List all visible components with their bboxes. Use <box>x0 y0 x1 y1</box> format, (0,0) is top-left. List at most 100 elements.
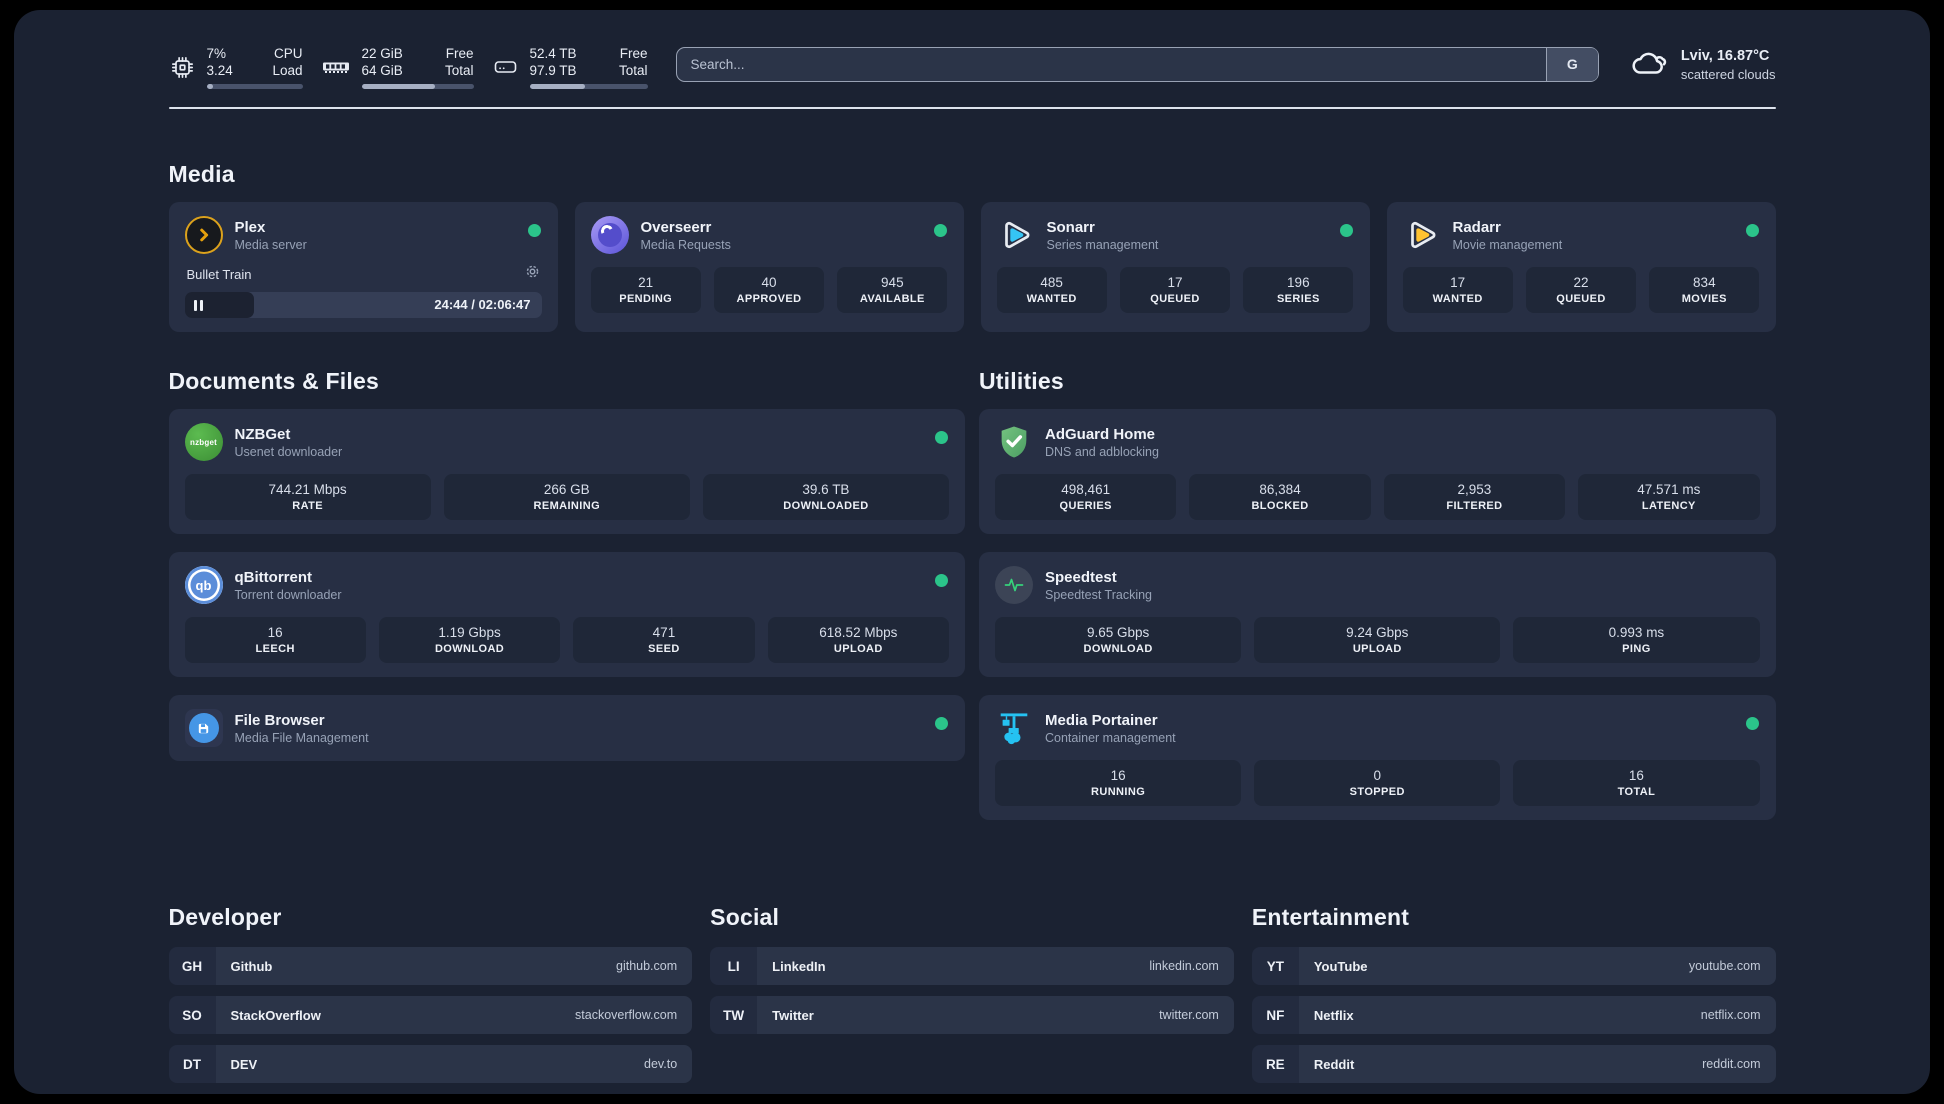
plex-icon <box>184 216 223 254</box>
cloud-icon <box>1629 46 1669 84</box>
app-card-adguard[interactable]: AdGuard Home DNS and adblocking 498,461 … <box>979 409 1776 534</box>
search-engine-button[interactable]: G <box>1545 47 1598 81</box>
online-status-dot <box>1745 224 1759 237</box>
search-bar[interactable]: G <box>675 46 1599 82</box>
online-status-dot <box>933 224 947 237</box>
app-card-plex[interactable]: Plex Media server Bullet Train 24:44 / 0… <box>168 202 558 332</box>
stat-tile: 17 WANTED <box>1402 267 1513 313</box>
cpu-load-value: 3.24 <box>206 63 233 78</box>
stat-value: 0.993 ms <box>1608 625 1665 640</box>
weather-location-temp: Lviv, 16.87°C <box>1680 48 1770 64</box>
bookmark-badge: NF <box>1251 996 1299 1034</box>
disk-total-value: 97.9 TB <box>529 63 577 78</box>
session-gear-icon[interactable] <box>525 264 540 284</box>
stat-value: 945 <box>881 275 904 290</box>
stat-tile: 744.21 Mbps RATE <box>184 474 431 520</box>
media-grid: Plex Media server Bullet Train 24:44 / 0… <box>168 202 1776 332</box>
overseerr-icon <box>590 216 629 254</box>
stat-value: 744.21 Mbps <box>268 482 347 497</box>
search-input[interactable] <box>676 47 1544 81</box>
section-title-entertainment: Entertainment <box>1251 904 1410 930</box>
filebrowser-icon <box>184 709 223 747</box>
app-description: Movie management <box>1452 237 1563 252</box>
playback-progress-bar[interactable]: 24:44 / 02:06:47 <box>184 292 542 318</box>
app-name: NZBGet <box>234 425 291 443</box>
header-divider <box>168 107 1776 109</box>
online-status-dot <box>935 574 948 587</box>
online-status-dot <box>527 224 541 237</box>
stat-value: 40 <box>761 275 777 290</box>
bookmark-reddit[interactable]: RE Reddit reddit.com <box>1251 1045 1776 1083</box>
stat-tile: 21 PENDING <box>590 267 701 313</box>
stat-label: QUEUED <box>1556 293 1606 305</box>
stat-label: SERIES <box>1276 293 1320 305</box>
app-card-overseerr[interactable]: Overseerr Media Requests 21 PENDING 40 A… <box>574 202 964 332</box>
sonarr-icon <box>997 216 1035 254</box>
bookmark-netflix[interactable]: NF Netflix netflix.com <box>1251 996 1776 1034</box>
stat-value: 39.6 TB <box>802 482 850 497</box>
stat-tile: 9.24 Gbps UPLOAD <box>1254 617 1501 663</box>
stat-label: MOVIES <box>1681 293 1727 305</box>
bookmark-name: Netflix <box>1313 1007 1354 1023</box>
app-card-sonarr[interactable]: Sonarr Series management 485 WANTED 17 Q… <box>980 202 1370 332</box>
stat-value: 16 <box>1110 768 1126 783</box>
bookmark-twitter[interactable]: TW Twitter twitter.com <box>710 996 1234 1034</box>
bookmark-badge: RE <box>1251 1045 1299 1083</box>
bookmark-url: netflix.com <box>1700 1008 1761 1022</box>
disk-progress-bar <box>529 84 648 89</box>
stat-tile: 0 STOPPED <box>1254 760 1501 806</box>
bookmark-youtube[interactable]: YT YouTube youtube.com <box>1251 947 1776 985</box>
bookmark-github[interactable]: GH Github github.com <box>168 947 693 985</box>
app-name: AdGuard Home <box>1045 425 1156 443</box>
portainer-icon <box>995 709 1033 747</box>
stat-tile: 86,384 BLOCKED <box>1189 474 1371 520</box>
app-name: Media Portainer <box>1045 711 1158 729</box>
app-card-qbittorrent[interactable]: qb qBittorrent Torrent downloader 16 LEE… <box>168 552 965 677</box>
app-card-portainer[interactable]: Media Portainer Container management 16 … <box>979 695 1776 820</box>
stat-value: 16 <box>267 625 283 640</box>
stat-value: 22 <box>1573 275 1589 290</box>
app-card-speedtest[interactable]: Speedtest Speedtest Tracking 9.65 Gbps D… <box>979 552 1776 677</box>
bookmark-stackoverflow[interactable]: SO StackOverflow stackoverflow.com <box>168 996 693 1034</box>
stat-label: DOWNLOAD <box>434 643 505 655</box>
app-description: Torrent downloader <box>234 587 342 602</box>
stat-label: STOPPED <box>1349 786 1405 798</box>
bookmark-url: twitter.com <box>1159 1008 1219 1022</box>
pause-icon[interactable] <box>193 299 203 311</box>
stat-value: 196 <box>1287 275 1310 290</box>
stat-tile: 498,461 QUERIES <box>995 474 1177 520</box>
section-title-documents: Documents & Files <box>168 368 379 394</box>
stat-tile: 945 AVAILABLE <box>837 267 948 313</box>
memory-total-value: 64 GiB <box>361 63 403 78</box>
bookmark-url: reddit.com <box>1702 1057 1761 1071</box>
stat-value: 485 <box>1040 275 1063 290</box>
stat-value: 0 <box>1373 768 1382 783</box>
memory-stats: 22 GiB Free 64 GiB Total <box>321 45 474 89</box>
app-name: Plex <box>234 218 266 236</box>
stat-label: RUNNING <box>1091 786 1146 798</box>
app-card-nzbget[interactable]: nzbget NZBGet Usenet downloader 744.21 M… <box>168 409 965 534</box>
app-card-filebrowser[interactable]: File Browser Media File Management <box>168 695 965 761</box>
bookmark-dev[interactable]: DT DEV dev.to <box>168 1045 693 1083</box>
app-description: Speedtest Tracking <box>1045 587 1153 602</box>
app-name: qBittorrent <box>234 568 313 586</box>
section-title-media: Media <box>168 161 235 187</box>
stat-value: 86,384 <box>1259 482 1301 497</box>
developer-column: Developer GH Github github.com SO StackO… <box>168 904 693 1094</box>
bookmark-url: linkedin.com <box>1149 959 1219 973</box>
app-name: Overseerr <box>640 218 712 236</box>
stat-tile: 17 QUEUED <box>1119 267 1231 313</box>
stat-label: BLOCKED <box>1251 500 1309 512</box>
bookmark-name: YouTube <box>1313 958 1368 974</box>
stat-value: 47.571 ms <box>1637 482 1701 497</box>
stat-label: QUERIES <box>1059 500 1112 512</box>
stat-value: 21 <box>638 275 654 290</box>
disk-free-label: Free <box>619 46 648 61</box>
app-card-radarr[interactable]: Radarr Movie management 17 WANTED 22 QUE… <box>1386 202 1776 332</box>
stat-tile: 471 SEED <box>573 617 755 663</box>
radarr-icon <box>1403 216 1441 254</box>
app-name: Speedtest <box>1045 568 1117 586</box>
utilities-column: Utilities AdGuard Home DNS and adblockin… <box>979 368 1776 838</box>
stat-value: 2,953 <box>1457 482 1492 497</box>
bookmark-linkedin[interactable]: LI LinkedIn linkedin.com <box>710 947 1234 985</box>
